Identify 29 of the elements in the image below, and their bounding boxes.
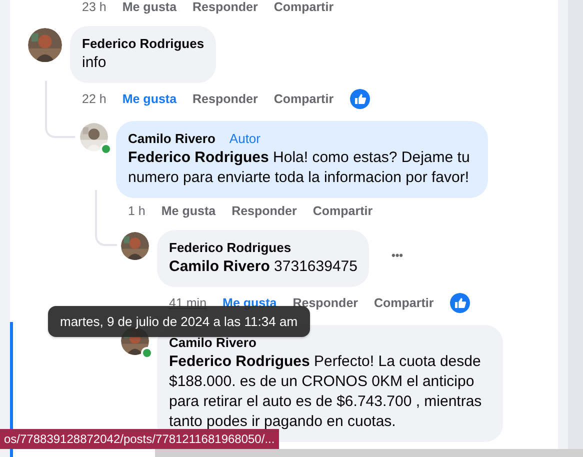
reply-link[interactable]: Responder (192, 92, 258, 106)
comment-author[interactable]: Camilo Rivero (169, 334, 256, 352)
comment-text: Camilo Rivero 3731639475 (169, 257, 358, 277)
share-link[interactable]: Compartir (274, 0, 334, 14)
like-reaction-icon[interactable] (350, 89, 370, 109)
comment-text: Federico Rodrigues Hola! como estas? Dejame tu numero para enviarte toda la informacion por favor! (128, 148, 471, 188)
comment-text: info (82, 53, 108, 73)
share-link[interactable]: Compartir (274, 92, 334, 106)
share-link[interactable]: Compartir (312, 204, 373, 218)
like-link[interactable]: Me gusta (122, 92, 177, 106)
thread-line (45, 81, 75, 138)
author-label: Autor (229, 130, 260, 148)
comment-time[interactable]: 23 h (82, 0, 106, 14)
comment-author[interactable]: Camilo Rivero (128, 130, 216, 148)
reply-link[interactable]: Responder (232, 204, 297, 218)
more-options-icon[interactable]: ••• (391, 250, 404, 262)
status-bar-url: os/778839128872042/posts/7781211681968050/... (0, 429, 279, 449)
comment-time[interactable]: 22 h (82, 92, 106, 106)
thread-line (95, 190, 117, 246)
share-link[interactable]: Compartir (374, 296, 434, 310)
like-link[interactable]: Me gusta (161, 204, 216, 218)
reply-link[interactable]: Responder (192, 0, 258, 14)
comment-time[interactable]: 1 h (128, 204, 146, 218)
like-link[interactable]: Me gusta (122, 0, 177, 14)
like-reaction-icon[interactable] (450, 293, 470, 313)
date-tooltip: martes, 9 de julio de 2024 a las 11:34 am (48, 306, 310, 337)
comment-text: Federico Rodrigues Perfecto! La cuota desde $188.000. es de un CRONOS 0KM el anticipo para retirar el auto es de $6.743.700 , mientras tanto podes ir pagando en cuotas. (169, 352, 483, 432)
comment-author[interactable]: Federico Rodrigues (169, 239, 292, 257)
comment-author[interactable]: Federico Rodrigues (82, 35, 204, 53)
